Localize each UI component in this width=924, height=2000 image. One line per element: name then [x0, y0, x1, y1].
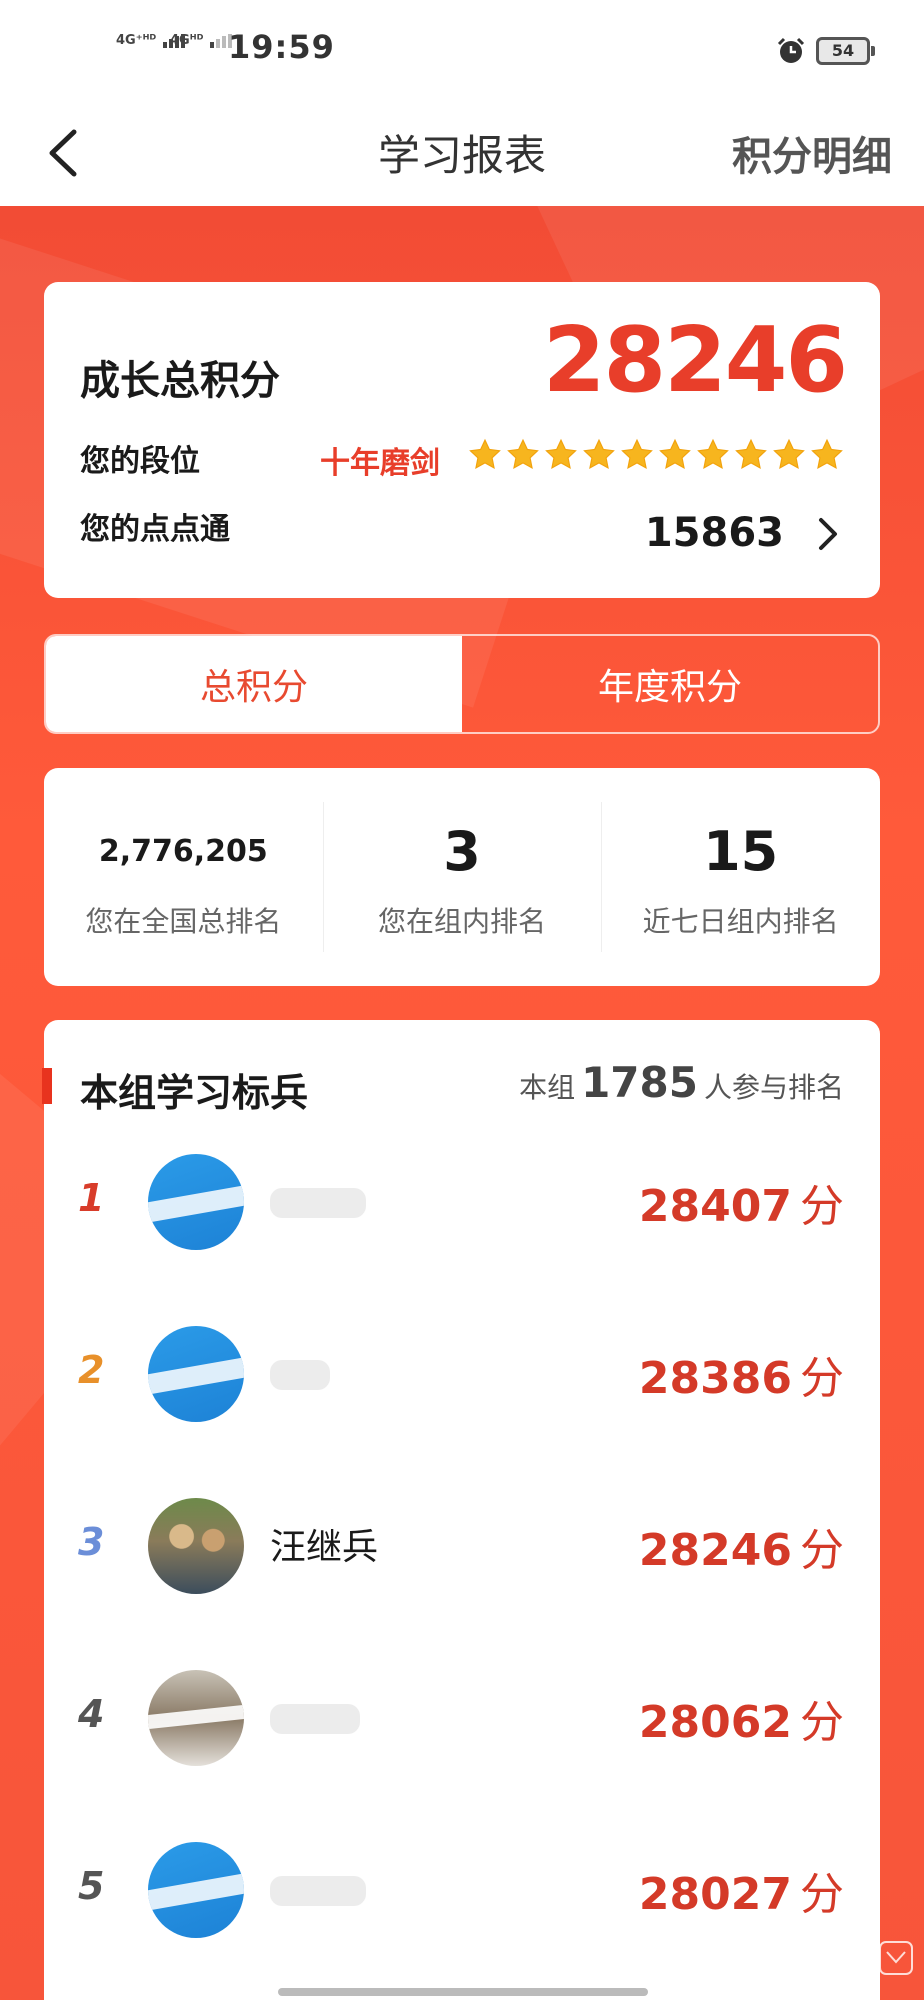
- group-leaderboard: 本组学习标兵 本组 1785 人参与排名 1 28407 分 2 28386 分 3 汪继兵 2…: [42, 1020, 880, 2000]
- member-name: 汪继兵: [270, 1527, 379, 1568]
- redacted-name: [270, 1360, 330, 1390]
- rank-number: 4: [78, 1692, 105, 1736]
- rank-name: 十年磨剑: [320, 446, 440, 481]
- star-icon: [735, 438, 767, 469]
- member-score: 28062 分: [639, 1686, 844, 1750]
- score-unit: 分: [800, 1525, 844, 1576]
- leaderboard-row[interactable]: 2 28386 分: [44, 1308, 880, 1438]
- score-unit: 分: [800, 1181, 844, 1232]
- rank-number: 5: [78, 1864, 105, 1908]
- star-icon: [697, 438, 729, 469]
- national-rank-stat: 2,776,205 您在全国总排名: [44, 768, 323, 986]
- watermark-logo-icon: [879, 1941, 913, 1975]
- growth-score-card: 成长总积分 28246 您的段位 十年磨剑 您的点点通 15863: [44, 282, 880, 598]
- avatar: [148, 1326, 244, 1422]
- score-value: 28027: [638, 1869, 792, 1920]
- home-indicator[interactable]: [278, 1988, 648, 1996]
- star-icon: [811, 438, 843, 469]
- total-score: 28246: [542, 308, 848, 413]
- participant-count: 本组 1785 人参与排名: [519, 1058, 844, 1107]
- participant-number: 1785: [581, 1058, 698, 1107]
- meta-prefix: 本组: [519, 1071, 576, 1104]
- member-score: 28407 分: [639, 1170, 844, 1234]
- score-unit: 分: [800, 1697, 844, 1748]
- alarm-icon: [777, 37, 805, 63]
- star-icon: [659, 438, 691, 469]
- score-unit: 分: [800, 1869, 844, 1920]
- redacted-name: [270, 1704, 360, 1734]
- stat-label: 您在全国总排名: [85, 905, 282, 938]
- diandian-label: 您的点点通: [80, 512, 230, 547]
- stat-label: 近七日组内排名: [642, 905, 839, 938]
- leaderboard-row[interactable]: 5 28027 分: [44, 1824, 880, 1954]
- status-bar: 4G⁺ᴴᴰ 4Gᴴᴰ 19:59 54: [0, 0, 924, 100]
- stat-value: 15: [703, 820, 779, 883]
- rank-number: 2: [78, 1348, 105, 1392]
- leaderboard-row[interactable]: 3 汪继兵 28246 分: [44, 1480, 880, 1610]
- points-detail-link[interactable]: 积分明细: [732, 124, 892, 182]
- network-type-1: 4G⁺ᴴᴰ: [116, 33, 157, 48]
- score-value: 28407: [638, 1181, 792, 1232]
- battery-indicator: 54: [816, 37, 875, 65]
- score-value: 28386: [638, 1353, 792, 1404]
- leaderboard-row[interactable]: 1 28407 分: [44, 1136, 880, 1266]
- redacted-name: [270, 1876, 366, 1906]
- avatar: [148, 1670, 244, 1766]
- section-marker: [42, 1068, 52, 1104]
- tab-total-score[interactable]: 总积分: [46, 636, 462, 732]
- network-type-2: 4Gᴴᴰ: [170, 33, 204, 48]
- stat-value: 3: [443, 820, 481, 883]
- meta-suffix: 人参与排名: [703, 1071, 844, 1104]
- member-score: 28027 分: [639, 1858, 844, 1922]
- tab-annual-score[interactable]: 年度积分: [462, 636, 878, 732]
- clock: 19:59: [228, 28, 335, 66]
- rank-number: 3: [78, 1520, 105, 1564]
- star-icon: [621, 438, 653, 469]
- rank-number: 1: [78, 1176, 105, 1220]
- redacted-name: [270, 1188, 366, 1218]
- cellular-signal-2: 4Gᴴᴰ: [170, 34, 234, 48]
- star-icon: [773, 438, 805, 469]
- score-type-tabs: 总积分 年度积分: [44, 634, 880, 734]
- star-icon: [545, 438, 577, 469]
- stat-value: 2,776,205: [98, 834, 268, 869]
- diandian-value[interactable]: 15863: [645, 510, 784, 556]
- weekly-group-rank-stat: 15 近七日组内排名: [601, 768, 880, 986]
- ranking-stats-card: 2,776,205 您在全国总排名 3 您在组内排名 15 近七日组内排名: [44, 768, 880, 986]
- leaderboard-row[interactable]: 4 28062 分: [44, 1652, 880, 1782]
- member-score: 28386 分: [639, 1342, 844, 1406]
- score-unit: 分: [800, 1353, 844, 1404]
- leaderboard-title: 本组学习标兵: [80, 1071, 309, 1115]
- member-score: 28246 分: [639, 1514, 844, 1578]
- nav-bar: 学习报表 积分明细: [0, 100, 924, 206]
- avatar: [148, 1154, 244, 1250]
- star-icon: [507, 438, 539, 469]
- score-value: 28062: [638, 1697, 792, 1748]
- score-value: 28246: [638, 1525, 792, 1576]
- stat-label: 您在组内排名: [378, 905, 547, 938]
- score-title: 成长总积分: [80, 358, 280, 404]
- group-rank-stat: 3 您在组内排名: [322, 768, 602, 986]
- star-icon: [469, 438, 501, 469]
- star-icon: [583, 438, 615, 469]
- rank-stars: [468, 438, 844, 472]
- avatar: [148, 1842, 244, 1938]
- rank-label: 您的段位: [80, 444, 200, 479]
- avatar: [148, 1498, 244, 1594]
- chevron-right-icon[interactable]: [816, 514, 840, 554]
